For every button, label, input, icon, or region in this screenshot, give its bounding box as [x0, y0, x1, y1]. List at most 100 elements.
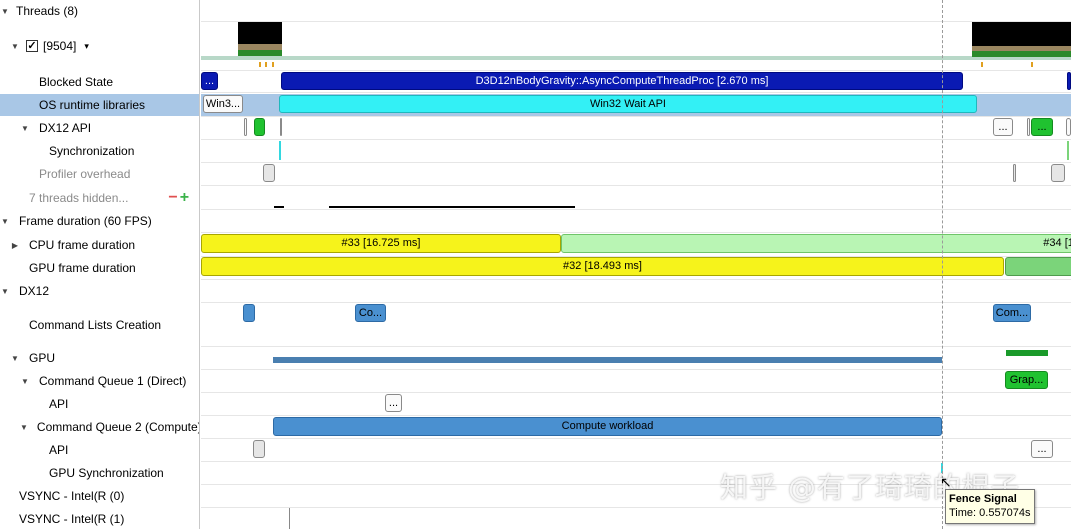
- tree-row-profiler-overhead[interactable]: Profiler overhead: [0, 164, 199, 184]
- cpu-frame-34-label: #34 [16: [1043, 237, 1071, 249]
- tree-row-blocked-state[interactable]: Blocked State: [0, 72, 199, 92]
- row-separator: [201, 438, 1071, 439]
- chevron-down-icon[interactable]: ▼: [20, 377, 30, 386]
- tree-label-frame-duration: Frame duration (60 FPS): [19, 214, 152, 228]
- tree-row-queue2[interactable]: ▼ Command Queue 2 (Compute): [0, 417, 199, 437]
- expand-threads-icon[interactable]: +: [180, 190, 189, 206]
- row-separator: [201, 346, 1071, 347]
- gpu-frame-bar[interactable]: #32 [18.493 ms]: [201, 257, 1004, 276]
- tree-label-gpu-sync: GPU Synchronization: [49, 466, 164, 480]
- tree-row-threads[interactable]: ▼ Threads (8): [0, 2, 199, 20]
- tree-row-process[interactable]: ▼ ✓ [9504] ▾: [0, 37, 199, 55]
- win32-call-bar[interactable]: Win3...: [203, 95, 243, 113]
- tree-row-vsync1[interactable]: VSYNC - Intel(R (1): [0, 509, 199, 529]
- collapse-threads-icon[interactable]: −: [168, 190, 177, 206]
- tree-row-api1[interactable]: API: [0, 394, 199, 414]
- cpu-frame-bar[interactable]: #34 [16: [561, 234, 1071, 253]
- dx12-api-call[interactable]: [1066, 118, 1071, 136]
- tree-row-cpu-frame[interactable]: ▶ CPU frame duration: [0, 235, 199, 255]
- row-separator: [201, 116, 1071, 117]
- profiler-overhead-bar[interactable]: [1013, 164, 1016, 182]
- tree-label-os-runtime: OS runtime libraries: [39, 98, 146, 112]
- command-list-bar[interactable]: Co...: [355, 304, 386, 322]
- tree-row-gpu[interactable]: ▼ GPU: [0, 348, 199, 368]
- vsync-marker: [289, 508, 290, 529]
- row-separator: [201, 162, 1071, 163]
- sync-marker: [279, 141, 281, 160]
- tree-row-threads-hidden[interactable]: 7 threads hidden... − +: [0, 188, 199, 208]
- row-separator: [201, 507, 1071, 508]
- chevron-down-icon[interactable]: ▼: [0, 217, 10, 226]
- row-separator: [201, 139, 1071, 140]
- row-separator: [201, 392, 1071, 393]
- tree-row-frame-duration[interactable]: ▼ Frame duration (60 FPS): [0, 211, 199, 231]
- async-compute-thread-bar[interactable]: D3D12nBodyGravity::AsyncComputeThreadPro…: [281, 72, 963, 90]
- tree-row-dx12-api[interactable]: ▼ DX12 API: [0, 118, 199, 138]
- command-list-bar[interactable]: [243, 304, 255, 322]
- tree-row-gpu-sync[interactable]: GPU Synchronization: [0, 463, 199, 483]
- timeline-panel[interactable]: ... D3D12nBodyGravity::AsyncComputeThrea…: [201, 0, 1071, 529]
- row-separator: [201, 232, 1071, 233]
- dx12-api-call[interactable]: [254, 118, 265, 136]
- tree-row-vsync0[interactable]: VSYNC - Intel(R (0): [0, 486, 199, 506]
- compute-workload-bar[interactable]: Compute workload: [273, 417, 942, 436]
- tree-label-gpu-frame: GPU frame duration: [29, 261, 136, 275]
- tree-label-dx12-api: DX12 API: [39, 121, 92, 135]
- event-tick: [259, 62, 261, 67]
- event-tick: [265, 62, 267, 67]
- tree-label-queue1: Command Queue 1 (Direct): [39, 374, 187, 388]
- tree-row-command-lists[interactable]: Command Lists Creation: [0, 315, 199, 335]
- fence-signal-tooltip: Fence Signal Time: 0.557074s: [945, 489, 1035, 524]
- cpu-usage-block: [238, 50, 282, 56]
- row-separator: [201, 92, 1071, 93]
- queue2-api-call[interactable]: [253, 440, 265, 458]
- hidden-threads-activity: [329, 206, 575, 208]
- profiler-overhead-bar[interactable]: [1051, 164, 1065, 182]
- tree-label-profiler-overhead: Profiler overhead: [39, 167, 131, 181]
- chevron-down-icon[interactable]: ▼: [10, 42, 20, 51]
- cpu-frame-bar[interactable]: #33 [16.725 ms]: [201, 234, 561, 253]
- blocked-state-bar[interactable]: [1067, 72, 1071, 90]
- dx12-api-call[interactable]: [1027, 118, 1030, 136]
- chevron-down-icon[interactable]: ▼: [0, 287, 10, 296]
- tree-row-os-runtime[interactable]: OS runtime libraries: [0, 94, 199, 116]
- dx12-api-call[interactable]: ...: [993, 118, 1013, 136]
- row-separator: [201, 302, 1071, 303]
- command-list-bar[interactable]: Com...: [993, 304, 1031, 322]
- graphics-workload-bar[interactable]: Grap...: [1005, 371, 1048, 389]
- hidden-threads-activity: [274, 206, 284, 208]
- tree-label-cpu-frame: CPU frame duration: [29, 238, 136, 252]
- win32-wait-api-bar[interactable]: Win32 Wait API: [279, 95, 977, 113]
- process-checkbox[interactable]: ✓: [26, 40, 38, 52]
- chevron-down-icon[interactable]: ▼: [20, 423, 28, 432]
- row-separator: [201, 461, 1071, 462]
- queue1-api-call[interactable]: ...: [385, 394, 402, 412]
- dx12-api-call[interactable]: [244, 118, 247, 136]
- tree-row-dx12[interactable]: ▼ DX12: [0, 281, 199, 301]
- chevron-down-icon[interactable]: ▼: [10, 354, 20, 363]
- row-separator: [201, 185, 1071, 186]
- row-separator: [201, 21, 1071, 22]
- tree-label-threads-hidden: 7 threads hidden...: [29, 191, 129, 205]
- blocked-state-bar[interactable]: ...: [201, 72, 218, 90]
- chevron-down-icon[interactable]: ▼: [0, 7, 10, 16]
- dx12-api-call[interactable]: ...: [1031, 118, 1053, 136]
- tree-label-api1: API: [49, 397, 69, 411]
- tree-row-gpu-frame[interactable]: GPU frame duration: [0, 258, 199, 278]
- dropdown-arrow-icon[interactable]: ▾: [84, 41, 89, 52]
- tree-row-api2[interactable]: API: [0, 440, 199, 460]
- queue2-api-call[interactable]: ...: [1031, 440, 1053, 458]
- gpu-frame-bar[interactable]: [1005, 257, 1071, 276]
- dx12-api-call[interactable]: [280, 118, 282, 136]
- tree-row-queue1[interactable]: ▼ Command Queue 1 (Direct): [0, 371, 199, 391]
- tree-label-dx12: DX12: [19, 284, 50, 298]
- chevron-right-icon[interactable]: ▶: [10, 241, 20, 250]
- sync-marker: [1067, 141, 1069, 160]
- tree-label-vsync1: VSYNC - Intel(R (1): [19, 512, 125, 526]
- profiler-overhead-bar[interactable]: [263, 164, 275, 182]
- tree-label-blocked-state: Blocked State: [39, 75, 114, 89]
- tree-row-synchronization[interactable]: Synchronization: [0, 141, 199, 161]
- chevron-down-icon[interactable]: ▼: [20, 124, 30, 133]
- event-tick: [981, 62, 983, 67]
- thread-tree-panel: ▼ Threads (8) ▼ ✓ [9504] ▾ Blocked State…: [0, 0, 200, 529]
